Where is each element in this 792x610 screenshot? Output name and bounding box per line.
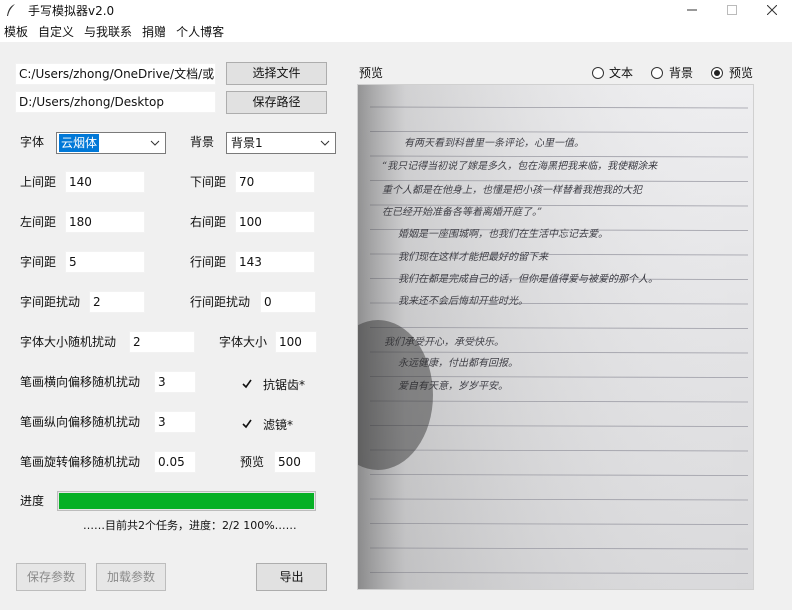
left-margin-field[interactable]: 180 bbox=[65, 211, 145, 233]
close-icon[interactable] bbox=[752, 0, 792, 20]
mode-text-label: 文本 bbox=[609, 66, 634, 80]
char-spacing-field[interactable]: 5 bbox=[65, 251, 145, 273]
menu-template[interactable]: 模板 bbox=[0, 23, 34, 40]
antialias-checkbox[interactable] bbox=[240, 377, 254, 391]
menu-contact[interactable]: 与我联系 bbox=[80, 23, 138, 40]
progress-status: ……目前共2个任务，进度：2/2 100%…… bbox=[83, 519, 297, 532]
background-select[interactable]: 背景1 bbox=[226, 132, 336, 154]
save-path-field[interactable]: D:/Users/zhong/Desktop bbox=[15, 91, 216, 113]
maximize-icon[interactable] bbox=[712, 0, 752, 20]
line-spacing-jitter-field[interactable]: 0 bbox=[260, 291, 316, 313]
font-size-jitter-label: 字体大小随机扰动 bbox=[20, 335, 117, 349]
top-margin-field[interactable]: 140 bbox=[65, 171, 145, 193]
progress-fill bbox=[59, 493, 314, 509]
source-file-field[interactable]: C:/Users/zhong/OneDrive/文档/或 bbox=[15, 63, 216, 85]
menu-custom[interactable]: 自定义 bbox=[34, 23, 80, 40]
font-value: 云烟体 bbox=[59, 134, 100, 152]
char-spacing-jitter-field[interactable]: 2 bbox=[89, 291, 145, 313]
char-spacing-label: 字间距 bbox=[20, 255, 57, 269]
antialias-label: 抗锯齿* bbox=[263, 378, 306, 392]
mode-background-radio[interactable] bbox=[651, 67, 663, 79]
stroke-h-jitter-field[interactable]: 3 bbox=[154, 371, 196, 393]
bottom-margin-field[interactable]: 70 bbox=[235, 171, 315, 193]
font-select[interactable]: 云烟体 bbox=[56, 132, 166, 154]
bottom-margin-label: 下间距 bbox=[190, 175, 227, 189]
minimize-icon[interactable] bbox=[672, 0, 712, 20]
mode-preview-label: 预览 bbox=[729, 66, 754, 80]
filter-label: 滤镜* bbox=[263, 418, 294, 432]
save-path-button[interactable]: 保存路径 bbox=[226, 91, 327, 114]
stroke-rot-jitter-field[interactable]: 0.05 bbox=[154, 451, 196, 473]
mode-background-label: 背景 bbox=[669, 66, 694, 80]
background-value: 背景1 bbox=[231, 136, 263, 150]
preview-size-field[interactable]: 500 bbox=[274, 451, 316, 473]
top-margin-label: 上间距 bbox=[20, 175, 57, 189]
left-margin-label: 左间距 bbox=[20, 215, 57, 229]
title-bar: 手写模拟器v2.0 bbox=[0, 0, 792, 20]
load-params-button[interactable]: 加载参数 bbox=[96, 563, 166, 591]
menu-donate[interactable]: 捐赠 bbox=[138, 23, 172, 40]
line-spacing-field[interactable]: 143 bbox=[235, 251, 315, 273]
right-margin-label: 右间距 bbox=[190, 215, 227, 229]
filter-checkbox[interactable] bbox=[240, 417, 254, 431]
line-spacing-label: 行间距 bbox=[190, 255, 227, 269]
stroke-v-jitter-field[interactable]: 3 bbox=[154, 411, 196, 433]
font-label: 字体 bbox=[20, 135, 45, 149]
checkmark-icon bbox=[242, 379, 252, 389]
save-params-button[interactable]: 保存参数 bbox=[16, 563, 86, 591]
mode-text-radio[interactable] bbox=[592, 67, 604, 79]
stroke-h-jitter-label: 笔画横向偏移随机扰动 bbox=[20, 375, 141, 389]
right-margin-field[interactable]: 100 bbox=[235, 211, 315, 233]
font-size-field[interactable]: 100 bbox=[275, 331, 317, 353]
handwriting-paper: 有两天看到科普里一条评论，心里一值。“我只记得当初说了嫁是多久，包在海黑把我来临… bbox=[358, 85, 753, 589]
preview-image: 有两天看到科普里一条评论，心里一值。“我只记得当初说了嫁是多久，包在海黑把我来临… bbox=[357, 84, 754, 590]
preview-size-label: 预览 bbox=[240, 455, 265, 469]
select-file-button[interactable]: 选择文件 bbox=[226, 62, 327, 85]
menu-bar: 模板 自定义 与我联系 捐赠 个人博客 bbox=[0, 20, 792, 42]
window-title: 手写模拟器v2.0 bbox=[28, 3, 115, 18]
export-button[interactable]: 导出 bbox=[256, 563, 327, 591]
font-size-label: 字体大小 bbox=[219, 335, 268, 349]
chevron-down-icon bbox=[150, 140, 160, 146]
checkmark-icon bbox=[242, 419, 252, 429]
progress-label: 进度 bbox=[20, 494, 45, 508]
preview-title: 预览 bbox=[359, 66, 384, 80]
font-size-jitter-field[interactable]: 2 bbox=[129, 331, 195, 353]
chevron-down-icon bbox=[320, 140, 330, 146]
menu-blog[interactable]: 个人博客 bbox=[172, 23, 230, 40]
stroke-v-jitter-label: 笔画纵向偏移随机扰动 bbox=[20, 415, 141, 429]
stroke-rot-jitter-label: 笔画旋转偏移随机扰动 bbox=[20, 455, 141, 469]
background-label: 背景 bbox=[190, 135, 215, 149]
char-spacing-jitter-label: 字间距扰动 bbox=[20, 295, 81, 309]
line-spacing-jitter-label: 行间距扰动 bbox=[190, 295, 251, 309]
mode-preview-radio[interactable] bbox=[711, 67, 723, 79]
feather-icon bbox=[7, 4, 15, 16]
progress-bar bbox=[57, 491, 316, 511]
